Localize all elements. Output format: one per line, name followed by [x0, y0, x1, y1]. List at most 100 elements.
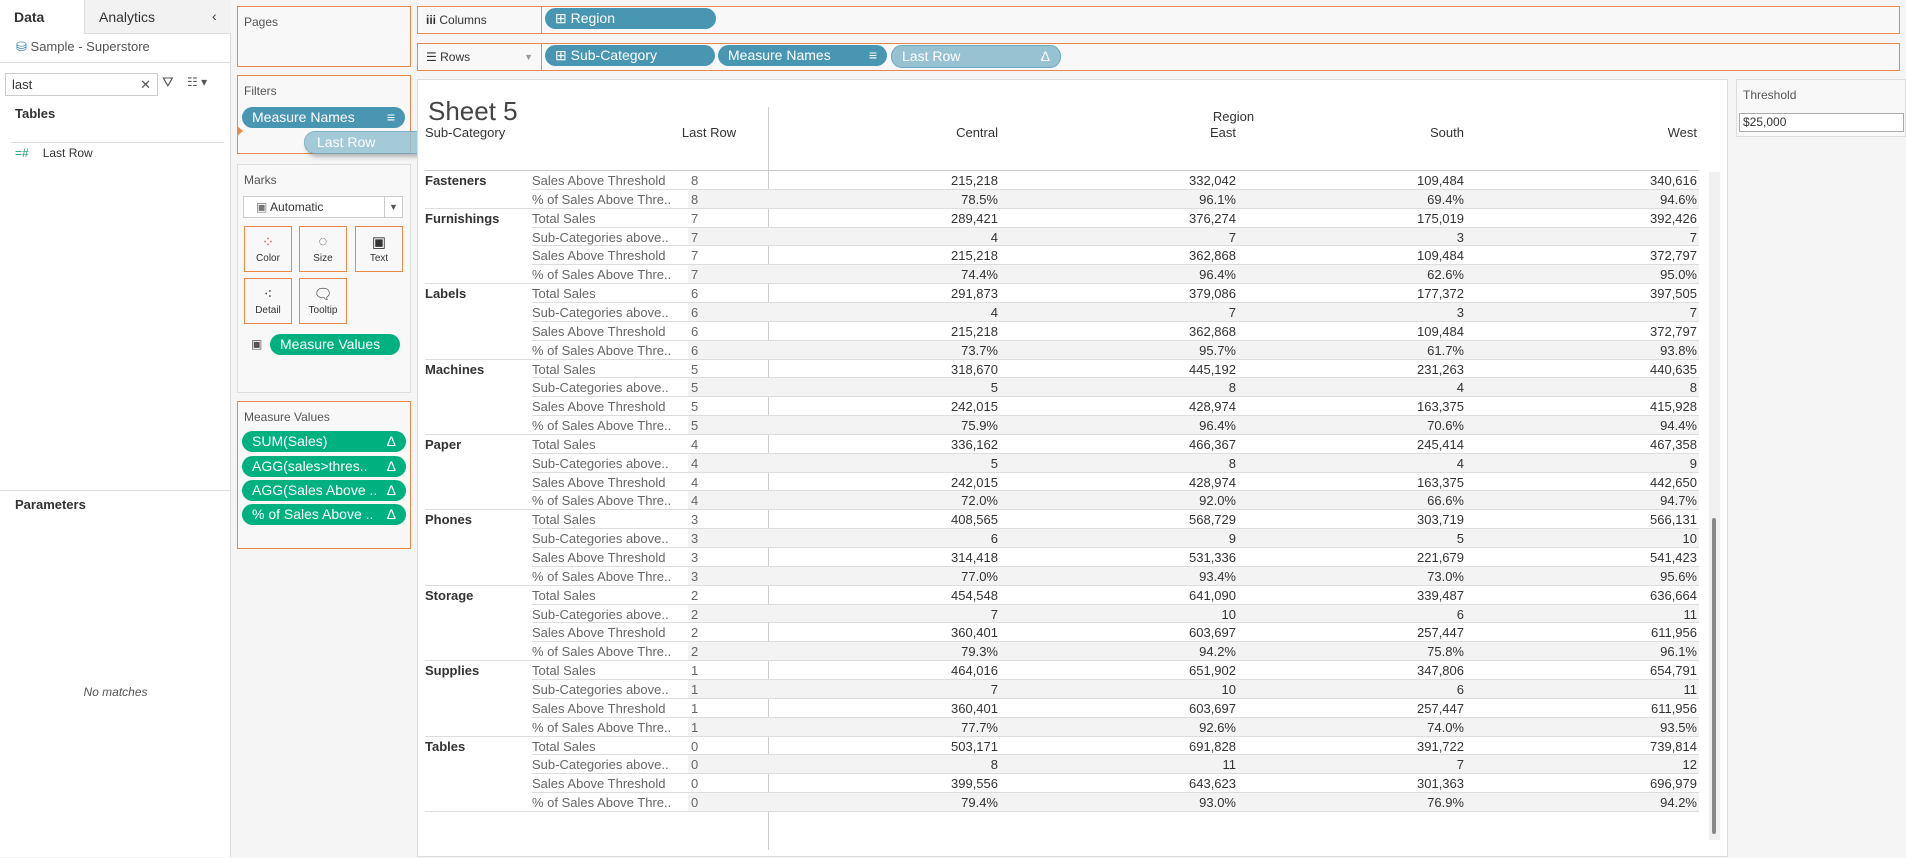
cell-value-west: 636,664: [1650, 587, 1697, 603]
cell-value-east: 603,697: [1189, 625, 1236, 641]
marks-text-button[interactable]: ▣ Text: [355, 226, 403, 272]
cell-value-south: 4: [1456, 380, 1464, 396]
cell-value-west: 442,650: [1650, 474, 1697, 490]
cell-value-east: 92.6%: [1199, 719, 1236, 735]
cell-value-central: 503,171: [951, 738, 998, 754]
marks-size-button[interactable]: ◌ Size: [299, 226, 347, 272]
cell-value-east: 8: [1228, 380, 1236, 396]
mark-type-dropdown[interactable]: ▣ Automatic ▼: [243, 196, 403, 218]
cell-value-west: 11: [1683, 681, 1698, 697]
threshold-input[interactable]: $25,000: [1739, 113, 1904, 132]
measure-name-label: % of Sales Above Thre..: [532, 644, 672, 660]
column-header-central: Central: [956, 125, 998, 140]
pages-shelf[interactable]: Pages: [237, 6, 411, 67]
cell-value-south: 257,447: [1417, 700, 1464, 716]
last-row-value: 7: [691, 210, 699, 226]
column-header-east: East: [1209, 125, 1236, 140]
row-pill-last-row[interactable]: Last Row Δ: [891, 45, 1061, 68]
cell-value-central: 408,565: [951, 512, 998, 528]
threshold-parameter-card: Threshold $25,000: [1736, 79, 1906, 137]
cell-value-south: 7: [1456, 757, 1464, 773]
cell-value-south: 339,487: [1417, 587, 1464, 603]
column-pill-region[interactable]: ⊞ Region: [545, 8, 716, 29]
row-pill-sub-category[interactable]: ⊞ Sub-Category: [545, 45, 715, 66]
last-row-value: 3: [691, 531, 699, 547]
cell-value-west: 93.8%: [1660, 342, 1697, 358]
last-row-value: 8: [691, 173, 699, 188]
row-line: [532, 396, 1699, 398]
field-last-row[interactable]: =# Last Row: [15, 146, 93, 160]
cell-value-central: 314,418: [951, 550, 998, 565]
measure-pill[interactable]: SUM(Sales) Δ: [242, 431, 406, 452]
cell-value-east: 428,974: [1189, 474, 1236, 490]
cell-value-south: 301,363: [1417, 776, 1464, 792]
last-row-value: 3: [691, 550, 699, 565]
measure-pill[interactable]: AGG(sales>thres.. Δ: [242, 456, 406, 477]
measure-name-label: % of Sales Above Thre..: [532, 191, 672, 207]
measure-name-label: Sub-Categories above..: [532, 606, 669, 622]
pill-label: % of Sales Above ..: [252, 506, 374, 522]
sub-category-label: Phones: [425, 512, 472, 528]
cell-value-east: 10: [1221, 681, 1236, 697]
measure-pill[interactable]: AGG(Sales Above .. Δ: [242, 480, 406, 501]
measure-name-label: Sub-Categories above..: [532, 455, 669, 471]
measure-values-title: Measure Values: [244, 410, 330, 424]
marks-tooltip-button[interactable]: 🗨 Tooltip: [299, 278, 347, 324]
measure-name-label: Total Sales: [532, 436, 596, 452]
filter-icon[interactable]: ⛛: [162, 74, 174, 91]
measure-name-label: % of Sales Above Thre..: [532, 267, 672, 283]
cell-value-south: 231,263: [1417, 361, 1464, 377]
column-header-west: West: [1667, 125, 1697, 140]
row-shading: [688, 340, 1699, 360]
cell-value-west: 611,956: [1650, 625, 1697, 641]
marks-detail-button[interactable]: ⁖ Detail: [244, 278, 292, 324]
field-search-input[interactable]: last ✕: [5, 73, 158, 96]
vertical-scrollbar[interactable]: [1709, 172, 1720, 840]
scrollbar-thumb[interactable]: [1712, 518, 1716, 834]
tab-analytics[interactable]: Analytics: [84, 0, 231, 34]
pill-label: Measure Names: [728, 47, 831, 63]
marks-color-button[interactable]: ⁘ Color: [244, 226, 292, 272]
marks-pill-measure-values[interactable]: Measure Values: [270, 334, 400, 355]
filter-pill-measure-names[interactable]: Measure Names ≡: [242, 107, 405, 128]
measure-name-label: Sub-Categories above..: [532, 531, 669, 547]
cell-value-south: 70.6%: [1427, 418, 1464, 434]
cell-value-central: 336,162: [951, 436, 998, 452]
datasource-row[interactable]: ⛁ Sample - Superstore: [16, 39, 150, 55]
row-pill-measure-names[interactable]: Measure Names ≡: [718, 45, 887, 66]
pill-label: Measure Names: [252, 109, 355, 125]
cell-value-west: 94.6%: [1660, 191, 1697, 207]
cell-value-central: 215,218: [951, 248, 998, 264]
cell-value-south: 74.0%: [1427, 719, 1464, 735]
cell-value-central: 75.9%: [961, 418, 998, 434]
measure-name-label: Sales Above Threshold: [532, 399, 666, 415]
row-shading: [688, 227, 1699, 247]
cell-value-central: 215,218: [951, 173, 998, 188]
button-label: Size: [313, 253, 333, 264]
pill-label: SUM(Sales): [252, 433, 328, 449]
column-header-south: South: [1430, 125, 1464, 140]
last-row-value: 1: [691, 719, 699, 735]
measure-name-label: Sub-Categories above..: [532, 304, 669, 320]
rows-label: Rows: [440, 50, 471, 64]
header-last-row: Last Row: [681, 125, 737, 140]
tab-data[interactable]: Data: [0, 0, 84, 34]
cell-value-east: 332,042: [1189, 173, 1236, 188]
last-row-value: 7: [691, 248, 699, 264]
cell-value-south: 4: [1456, 455, 1464, 471]
cell-value-east: 94.2%: [1199, 644, 1236, 660]
cell-value-central: 8: [990, 757, 998, 773]
row-shading: [688, 793, 1699, 812]
measure-pill[interactable]: % of Sales Above .. Δ: [242, 504, 406, 525]
collapse-chevron-icon[interactable]: ‹: [212, 8, 217, 24]
sub-category-label: Fasteners: [425, 173, 487, 188]
measure-name-label: % of Sales Above Thre..: [532, 418, 672, 434]
clear-search-icon[interactable]: ✕: [140, 74, 151, 95]
view-list-icon[interactable]: ☷ ▾: [187, 75, 207, 89]
worksheet-view: Sheet 5 Region Sub-Category Last Row Centra…: [417, 79, 1728, 857]
last-row-value: 0: [691, 738, 699, 754]
cell-value-west: 372,797: [1650, 323, 1697, 339]
chevron-down-icon[interactable]: ▼: [524, 44, 533, 70]
size-icon: ◌: [318, 233, 328, 250]
color-icon: ⁘: [261, 234, 275, 251]
